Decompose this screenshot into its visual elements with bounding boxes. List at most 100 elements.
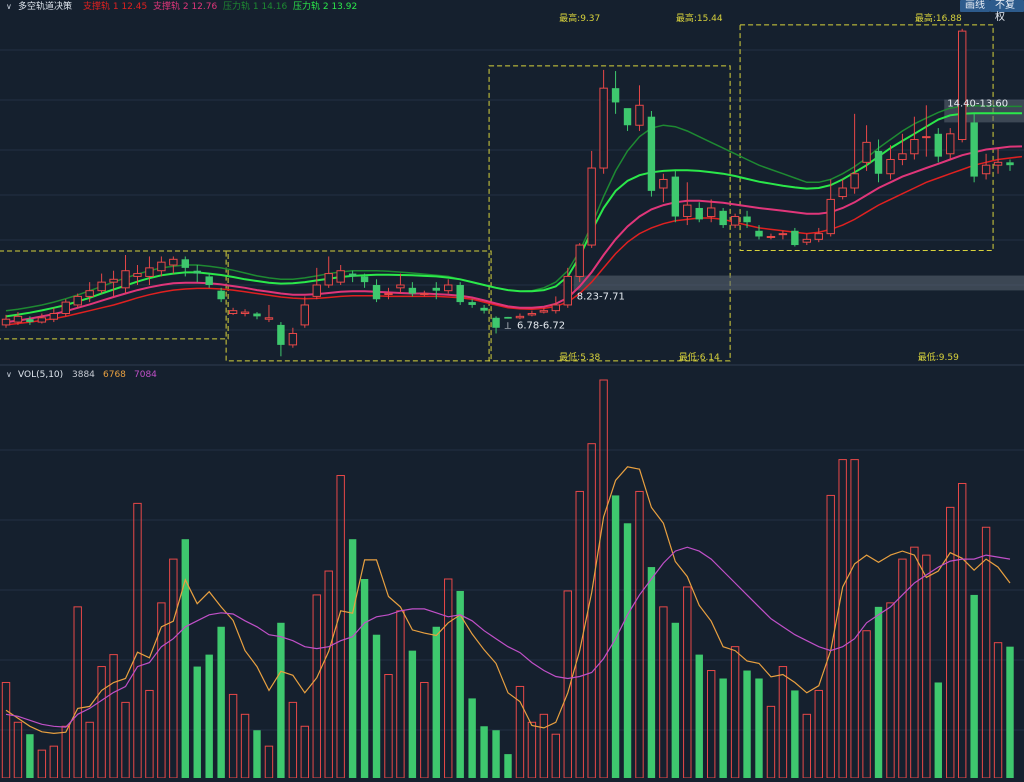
candle-body [635, 104, 644, 126]
candle-body [384, 293, 393, 296]
volume-bar [217, 626, 225, 778]
legend-support-2: 支撑轨 2 12.76 [153, 0, 217, 12]
candle-body [492, 317, 500, 328]
volume-bar [492, 730, 500, 778]
volume-bar [791, 690, 799, 778]
candle-body [706, 207, 716, 218]
volume-bar [671, 622, 680, 778]
volume-bar [695, 654, 703, 778]
box-low-label: 最低:6.14 [679, 351, 720, 363]
candle-body [181, 259, 189, 268]
candle-body [539, 310, 549, 313]
volume-header: ∨ VOL(5,10) 3884 6768 7084 [6, 370, 157, 380]
candle-body [468, 302, 476, 305]
candle-body [73, 295, 82, 306]
volume-bar [408, 650, 417, 778]
volume-bar [253, 730, 261, 778]
candle-body [910, 139, 919, 155]
candle-body [109, 278, 118, 283]
candle-body [551, 304, 561, 312]
candle-body [240, 311, 250, 315]
stock-chart: 8.23-7.71 14.40-13.60 最高:9.37 最低:5.38 最高:15.… [0, 0, 1024, 779]
candle [647, 110, 656, 197]
candle-body [993, 161, 1003, 166]
volume-bar [874, 606, 883, 778]
candle-body [934, 133, 942, 157]
volume-bar [647, 567, 656, 778]
candle-body [145, 267, 154, 277]
candle-body [970, 122, 978, 177]
candle [719, 207, 727, 228]
candle-body [611, 88, 620, 103]
candle-body [563, 275, 572, 306]
volume-bar [1006, 646, 1014, 778]
box-low-label: 最低:9.59 [918, 351, 959, 363]
candle-body [264, 317, 274, 320]
box-high-label: 最高:16.88 [915, 12, 962, 24]
candle-body [504, 316, 512, 319]
candle-body [300, 304, 310, 326]
candle [957, 28, 967, 143]
candle-body [444, 284, 453, 292]
candle-body [838, 187, 847, 198]
volume-bar [611, 495, 620, 778]
legend-pressure-1: 压力轨 1 14.16 [223, 0, 287, 12]
candle-body [336, 270, 345, 283]
collapse-chevron-icon[interactable]: ∨ [6, 2, 12, 11]
candle-body [360, 276, 369, 283]
candle-body [874, 150, 883, 174]
candle-body [408, 287, 417, 294]
candle-body [730, 216, 740, 226]
candle-body [193, 270, 201, 274]
box-high-label: 最高:15.44 [676, 12, 723, 24]
candle-body [957, 30, 967, 141]
volume-bar [277, 622, 285, 778]
candle-body [420, 293, 429, 296]
price-zone [573, 275, 1024, 291]
candle-body [719, 210, 727, 226]
candle-body [372, 284, 381, 300]
legend-support-1: 支撑轨 1 12.45 [83, 0, 147, 12]
candle-body [228, 310, 238, 315]
candle-body [157, 261, 166, 272]
volume-bar [623, 523, 632, 778]
candle [671, 170, 680, 223]
candle-body [277, 324, 285, 345]
vol-ma10-value: 7084 [134, 370, 157, 380]
legend-pressure-2: 压力轨 2 13.92 [293, 0, 357, 12]
candle [970, 113, 978, 183]
candle-body [1006, 162, 1014, 166]
volume-bar [934, 682, 942, 778]
candle-body [26, 319, 34, 323]
candle-body [981, 164, 991, 175]
candle [61, 299, 70, 317]
candle-body [37, 317, 47, 323]
candle-body [253, 313, 261, 317]
candle-body [695, 207, 703, 220]
candle-body [49, 313, 59, 320]
candle-body [946, 133, 955, 155]
candle-body [432, 287, 440, 291]
candle-body [898, 153, 907, 160]
draw-line-button[interactable]: 画线 [960, 0, 990, 12]
indicator-header: ∨ 多空轨道决策 支撑轨 1 12.45 支撑轨 2 12.76 压力轨 1 1… [6, 0, 357, 12]
candle-body [599, 87, 608, 169]
no-adjust-button[interactable]: 不复权 [990, 0, 1024, 23]
volume-bar [480, 726, 488, 778]
volume-bar [26, 734, 34, 778]
box-high-label: 最高:9.37 [559, 12, 600, 24]
candle-body [671, 176, 680, 217]
candle-body [922, 136, 931, 139]
vol-ma5-value: 6768 [103, 370, 126, 380]
volume-bar [504, 754, 512, 778]
volume-bar [468, 698, 476, 778]
volume-bar [372, 634, 381, 778]
volume-bar [719, 678, 727, 778]
volume-bar [181, 539, 189, 778]
candle-body [647, 116, 656, 191]
volume-bar [205, 654, 213, 778]
candle-body [133, 273, 142, 277]
vol-value: 3884 [72, 370, 95, 380]
candle-body [1, 318, 11, 326]
vol-collapse-chevron-icon[interactable]: ∨ [6, 370, 12, 379]
